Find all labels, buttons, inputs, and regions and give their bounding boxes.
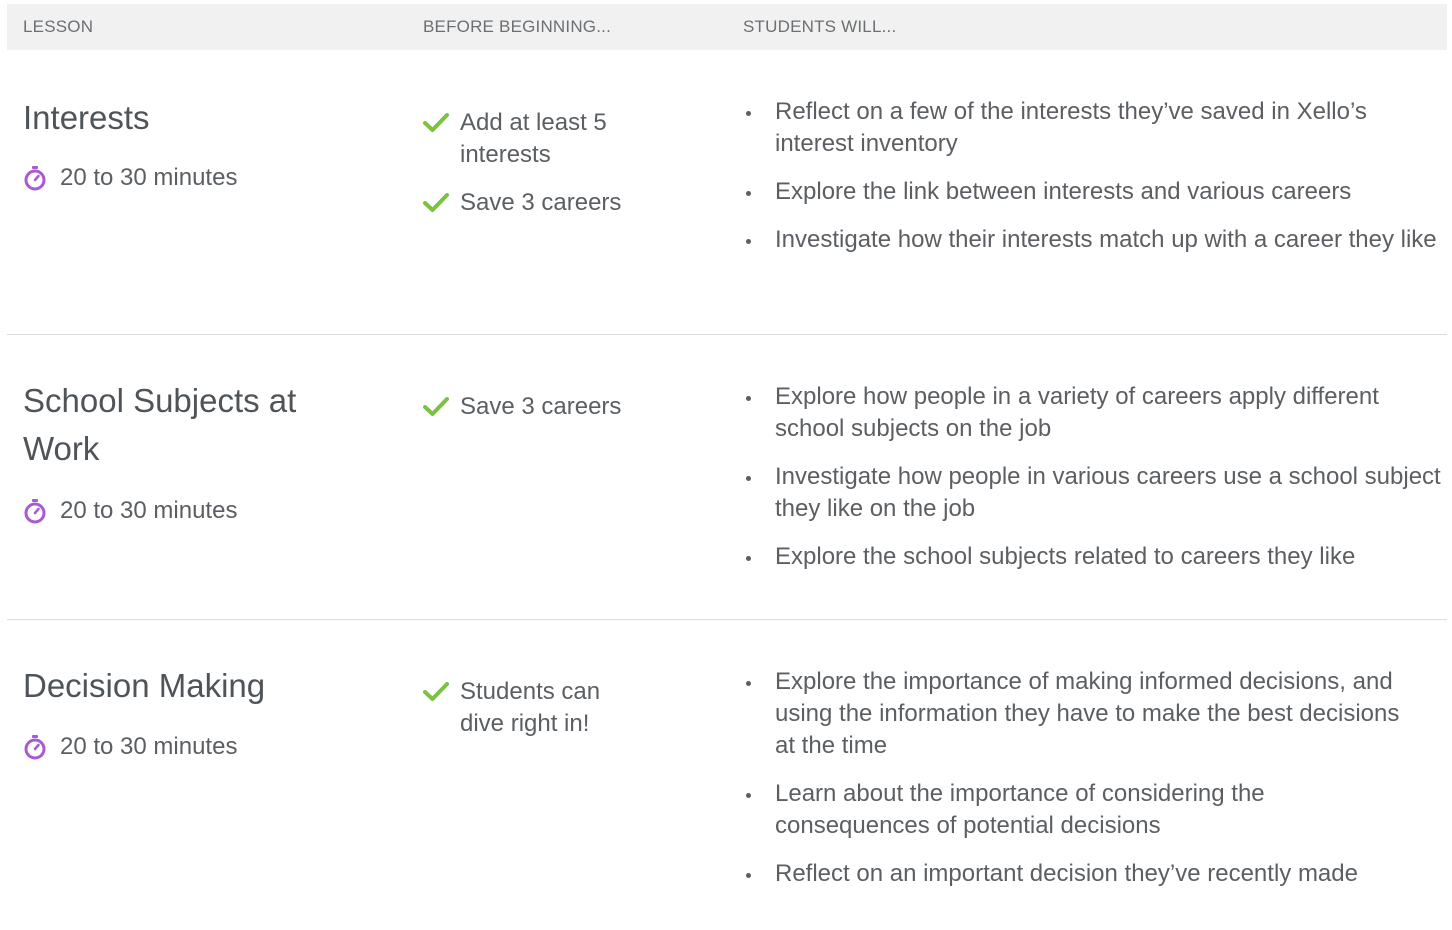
outcome-list: Reflect on a few of the interests they’v…: [743, 96, 1443, 272]
outcome-list: Explore the importance of making informe…: [743, 666, 1403, 906]
list-item: Explore the link between interests and v…: [743, 176, 1443, 208]
prereq-list: Add at least 5 interests Save 3 careers: [421, 107, 681, 235]
list-item: Investigate how their interests match up…: [743, 224, 1443, 256]
list-item: Reflect on a few of the interests they’v…: [743, 96, 1443, 160]
table-row-interests: Interests 20 to 30 minutes Add at least …: [7, 50, 1447, 335]
duration-text: 20 to 30 minutes: [60, 733, 238, 760]
list-item: Investigate how people in various career…: [743, 461, 1443, 525]
outcome-list: Explore how people in a variety of caree…: [743, 381, 1443, 589]
header-students-will: STUDENTS WILL...: [743, 17, 897, 36]
list-item: Add at least 5 interests: [421, 107, 681, 171]
header-lesson: LESSON: [23, 17, 94, 36]
table-header: LESSON BEFORE BEGINNING... STUDENTS WILL…: [7, 4, 1447, 50]
lesson-duration: 20 to 30 minutes: [23, 495, 237, 527]
list-item: Students can dive right in!: [421, 676, 641, 740]
lesson-title: Interests: [23, 99, 150, 136]
duration-text: 20 to 30 minutes: [60, 497, 238, 524]
list-item: Learn about the importance of considerin…: [743, 778, 1403, 842]
prereq-list: Students can dive right in!: [421, 676, 641, 756]
table-row-school-subjects: School Subjects at Work 20 to 30 minutes…: [7, 335, 1447, 620]
lesson-title: Decision Making: [23, 667, 266, 704]
stopwatch-icon: [24, 735, 46, 760]
prereq-text: Save 3 careers: [460, 393, 622, 420]
prereq-text: Add at least 5 interests: [460, 109, 607, 168]
stopwatch-icon: [24, 499, 46, 524]
lesson-table: LESSON BEFORE BEGINNING... STUDENTS WILL…: [7, 4, 1447, 920]
list-item: Explore the school subjects related to c…: [743, 541, 1443, 573]
prereq-list: Save 3 careers: [421, 391, 681, 439]
lesson-title: School Subjects at Work: [23, 382, 297, 467]
lesson-duration: 20 to 30 minutes: [23, 731, 237, 763]
checkmark-icon: [423, 113, 449, 132]
checkmark-icon: [423, 193, 449, 212]
header-before-beginning: BEFORE BEGINNING...: [423, 17, 611, 36]
list-item: Explore the importance of making informe…: [743, 666, 1403, 762]
checkmark-icon: [423, 397, 449, 416]
stopwatch-icon: [24, 166, 46, 191]
prereq-text: Save 3 careers: [460, 189, 622, 216]
table-row-decision-making: Decision Making 20 to 30 minutes Student…: [7, 620, 1447, 920]
checkmark-icon: [423, 682, 449, 701]
list-item: Save 3 careers: [421, 391, 681, 423]
list-item: Save 3 careers: [421, 187, 681, 219]
list-item: Reflect on an important decision they’ve…: [743, 858, 1403, 890]
list-item: Explore how people in a variety of caree…: [743, 381, 1443, 445]
prereq-text: Students can dive right in!: [460, 678, 601, 737]
duration-text: 20 to 30 minutes: [60, 164, 238, 191]
lesson-duration: 20 to 30 minutes: [23, 162, 237, 194]
